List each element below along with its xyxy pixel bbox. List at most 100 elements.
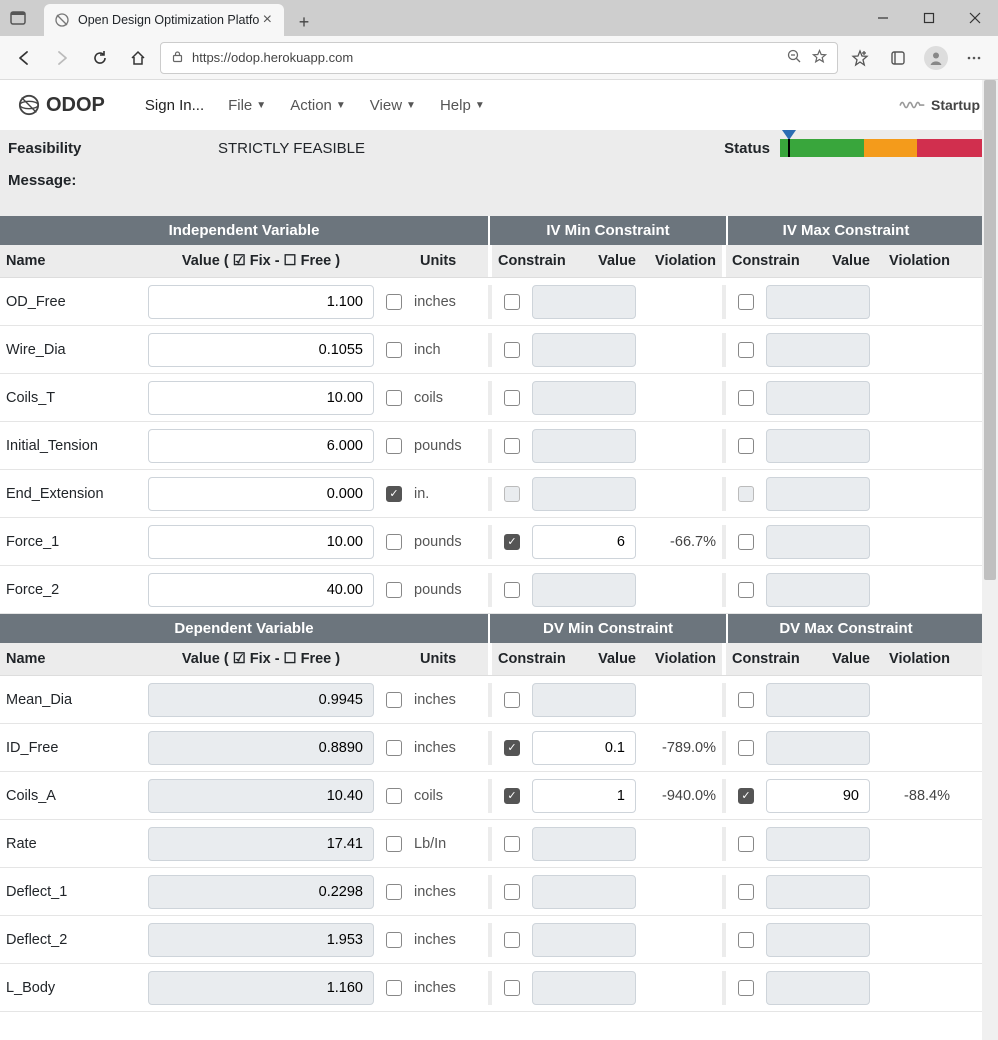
- checkbox[interactable]: [386, 692, 402, 708]
- checkbox[interactable]: [386, 884, 402, 900]
- checkbox[interactable]: [504, 692, 520, 708]
- min-value-input[interactable]: [532, 875, 636, 909]
- checkbox[interactable]: [738, 836, 754, 852]
- value-input[interactable]: [148, 923, 374, 957]
- menu-signin[interactable]: Sign In...: [135, 91, 214, 120]
- max-value-input[interactable]: [766, 923, 870, 957]
- checkbox[interactable]: [386, 534, 402, 550]
- brand[interactable]: ODOP: [18, 94, 105, 117]
- max-value-input[interactable]: [766, 971, 870, 1005]
- more-button[interactable]: [958, 42, 990, 74]
- home-button[interactable]: [122, 42, 154, 74]
- min-value-input[interactable]: [532, 525, 636, 559]
- max-value-input[interactable]: [766, 875, 870, 909]
- max-value-input[interactable]: [766, 779, 870, 813]
- value-input[interactable]: [148, 731, 374, 765]
- window-minimize-button[interactable]: [860, 0, 906, 36]
- checkbox[interactable]: [504, 582, 520, 598]
- min-value-input[interactable]: [532, 683, 636, 717]
- checkbox[interactable]: [738, 438, 754, 454]
- checkbox[interactable]: [504, 740, 520, 756]
- min-value-input[interactable]: [532, 285, 636, 319]
- checkbox[interactable]: [386, 980, 402, 996]
- reload-button[interactable]: [84, 42, 116, 74]
- back-button[interactable]: [8, 42, 40, 74]
- min-value-input[interactable]: [532, 573, 636, 607]
- max-value-input[interactable]: [766, 683, 870, 717]
- checkbox[interactable]: [738, 692, 754, 708]
- zoom-icon[interactable]: [787, 49, 802, 67]
- favorites-button[interactable]: [844, 42, 876, 74]
- new-tab-button[interactable]: +: [290, 8, 318, 36]
- value-input[interactable]: [148, 285, 374, 319]
- url-bar[interactable]: https://odop.herokuapp.com: [160, 42, 838, 74]
- favorite-icon[interactable]: [812, 49, 827, 67]
- window-close-button[interactable]: [952, 0, 998, 36]
- checkbox[interactable]: [504, 294, 520, 310]
- checkbox[interactable]: [504, 342, 520, 358]
- value-input[interactable]: [148, 525, 374, 559]
- checkbox[interactable]: [738, 390, 754, 406]
- checkbox[interactable]: [504, 788, 520, 804]
- value-input[interactable]: [148, 429, 374, 463]
- checkbox[interactable]: [386, 740, 402, 756]
- startup-indicator[interactable]: Startup: [899, 97, 980, 113]
- checkbox[interactable]: [386, 788, 402, 804]
- min-value-input[interactable]: [532, 923, 636, 957]
- checkbox[interactable]: [504, 836, 520, 852]
- checkbox[interactable]: [738, 534, 754, 550]
- checkbox[interactable]: [738, 582, 754, 598]
- checkbox[interactable]: [504, 884, 520, 900]
- checkbox[interactable]: [386, 836, 402, 852]
- min-value-input[interactable]: [532, 381, 636, 415]
- checkbox[interactable]: [386, 342, 402, 358]
- checkbox[interactable]: [738, 788, 754, 804]
- value-input[interactable]: [148, 573, 374, 607]
- forward-button[interactable]: [46, 42, 78, 74]
- max-value-input[interactable]: [766, 525, 870, 559]
- checkbox[interactable]: [386, 390, 402, 406]
- scrollbar[interactable]: [982, 80, 998, 1040]
- checkbox[interactable]: [504, 932, 520, 948]
- checkbox[interactable]: [738, 980, 754, 996]
- value-input[interactable]: [148, 875, 374, 909]
- max-value-input[interactable]: [766, 477, 870, 511]
- min-value-input[interactable]: [532, 429, 636, 463]
- tab-close-icon[interactable]: ×: [261, 11, 274, 29]
- checkbox[interactable]: [386, 932, 402, 948]
- max-value-input[interactable]: [766, 429, 870, 463]
- browser-tab[interactable]: Open Design Optimization Platfo ×: [44, 4, 284, 36]
- menu-action[interactable]: Action▼: [280, 91, 356, 120]
- checkbox[interactable]: [738, 294, 754, 310]
- value-input[interactable]: [148, 683, 374, 717]
- max-value-input[interactable]: [766, 827, 870, 861]
- checkbox[interactable]: [738, 884, 754, 900]
- profile-button[interactable]: [920, 42, 952, 74]
- checkbox[interactable]: [738, 342, 754, 358]
- window-maximize-button[interactable]: [906, 0, 952, 36]
- value-input[interactable]: [148, 381, 374, 415]
- min-value-input[interactable]: [532, 827, 636, 861]
- max-value-input[interactable]: [766, 381, 870, 415]
- min-value-input[interactable]: [532, 971, 636, 1005]
- min-value-input[interactable]: [532, 779, 636, 813]
- value-input[interactable]: [148, 477, 374, 511]
- min-value-input[interactable]: [532, 731, 636, 765]
- menu-help[interactable]: Help▼: [430, 91, 495, 120]
- min-value-input[interactable]: [532, 477, 636, 511]
- checkbox[interactable]: [386, 438, 402, 454]
- checkbox[interactable]: [386, 486, 402, 502]
- min-value-input[interactable]: [532, 333, 636, 367]
- checkbox[interactable]: [504, 534, 520, 550]
- max-value-input[interactable]: [766, 285, 870, 319]
- max-value-input[interactable]: [766, 731, 870, 765]
- menu-file[interactable]: File▼: [218, 91, 276, 120]
- checkbox[interactable]: [738, 932, 754, 948]
- max-value-input[interactable]: [766, 573, 870, 607]
- max-value-input[interactable]: [766, 333, 870, 367]
- checkbox[interactable]: [504, 980, 520, 996]
- checkbox[interactable]: [386, 582, 402, 598]
- checkbox[interactable]: [504, 438, 520, 454]
- collections-button[interactable]: [882, 42, 914, 74]
- checkbox[interactable]: [738, 740, 754, 756]
